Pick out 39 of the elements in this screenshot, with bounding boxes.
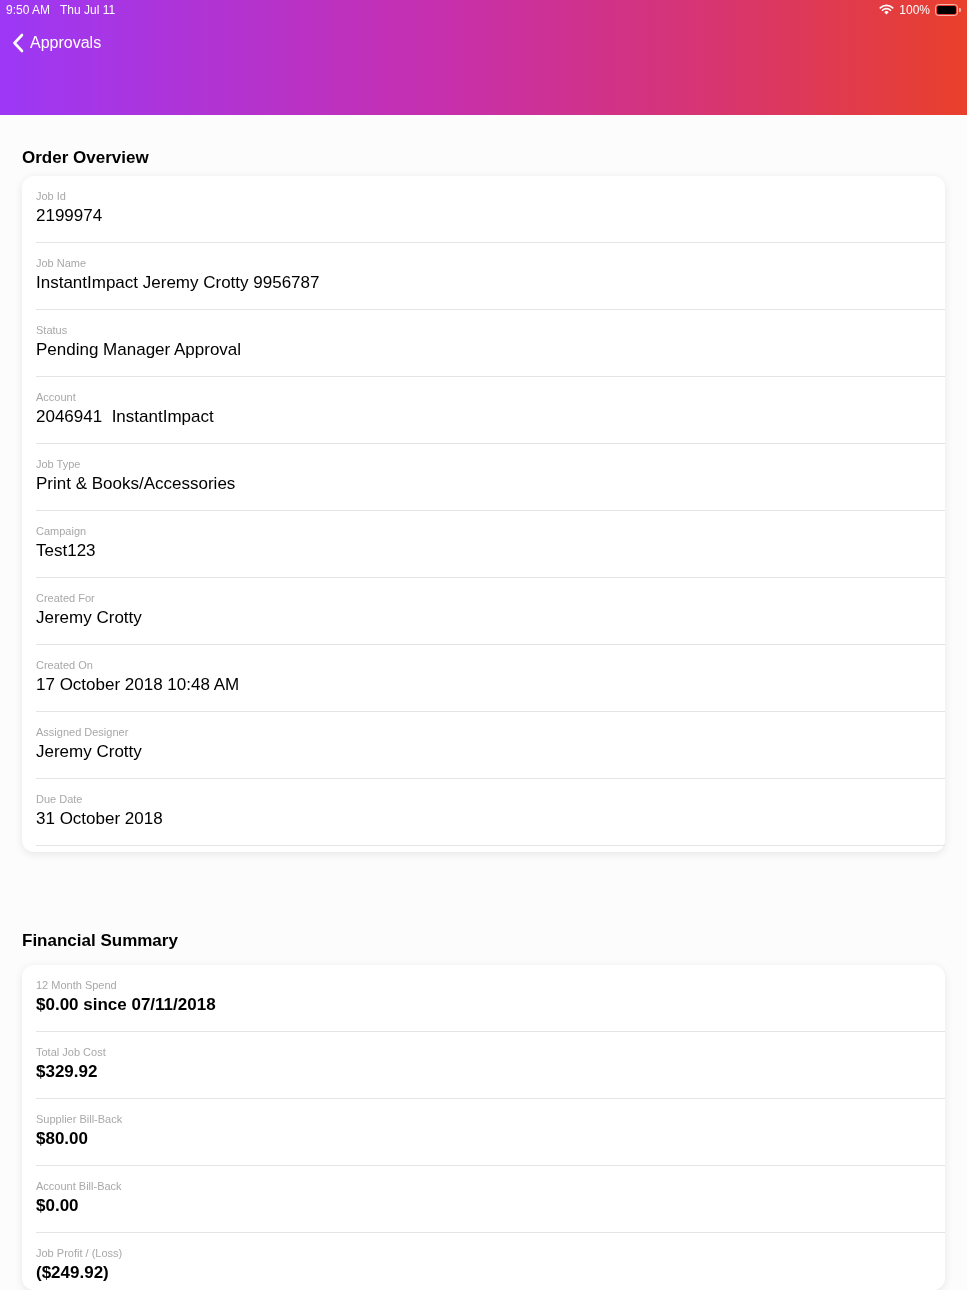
- field-label: Supplier Bill-Back: [36, 1113, 123, 1126]
- field-value: Pending Manager Approval: [36, 339, 242, 361]
- field-label: Job Type: [36, 458, 81, 471]
- field-label: Job Id: [36, 190, 66, 203]
- wifi-icon: [879, 4, 895, 15]
- field-value: Print & Books/Accessories: [36, 473, 236, 495]
- field-value: $0.00 since 07/11/2018: [36, 994, 216, 1016]
- field-label: Total Job Cost: [36, 1046, 106, 1059]
- field-value: 2046941 InstantImpact: [36, 406, 214, 428]
- field-value: Test123: [36, 540, 96, 562]
- field-value: 2199974: [36, 205, 103, 227]
- field-value: ($249.92): [36, 1262, 109, 1284]
- field-value: $0.00: [36, 1195, 79, 1217]
- field-label: Status: [36, 324, 68, 337]
- field-label: Job Name: [36, 257, 87, 270]
- field-value: Jeremy Crotty: [36, 607, 142, 629]
- field-value: Jeremy Crotty: [36, 741, 142, 763]
- field-label: Assigned Designer: [36, 726, 129, 739]
- field-label: Account Bill-Back: [36, 1180, 122, 1193]
- field-label: Created For: [36, 592, 95, 605]
- field-value: $80.00: [36, 1128, 88, 1150]
- field-label: 12 Month Spend: [36, 979, 117, 992]
- status-date: Thu Jul 11: [60, 2, 116, 17]
- section-title: Order Overview: [22, 148, 150, 168]
- field-label: Account: [36, 391, 76, 404]
- section-title: Financial Summary: [22, 931, 179, 951]
- chevron-icon: [12, 33, 24, 53]
- battery-percent: 100%: [899, 2, 930, 17]
- field-label: Campaign: [36, 525, 87, 538]
- field-value: $329.92: [36, 1061, 98, 1083]
- field-value: 17 October 2018 10:48 AM: [36, 674, 240, 696]
- field-value: 31 October 2018: [36, 808, 163, 830]
- field-label: Due Date: [36, 793, 83, 806]
- field-label: Created On: [36, 659, 93, 672]
- field-value: InstantImpact Jeremy Crotty 9956787: [36, 272, 320, 294]
- status-time: 9:50 AM: [6, 2, 51, 17]
- back-button[interactable]: Approvals: [12, 33, 102, 53]
- battery-icon: [935, 3, 961, 16]
- field-label: Job Profit / (Loss): [36, 1247, 123, 1260]
